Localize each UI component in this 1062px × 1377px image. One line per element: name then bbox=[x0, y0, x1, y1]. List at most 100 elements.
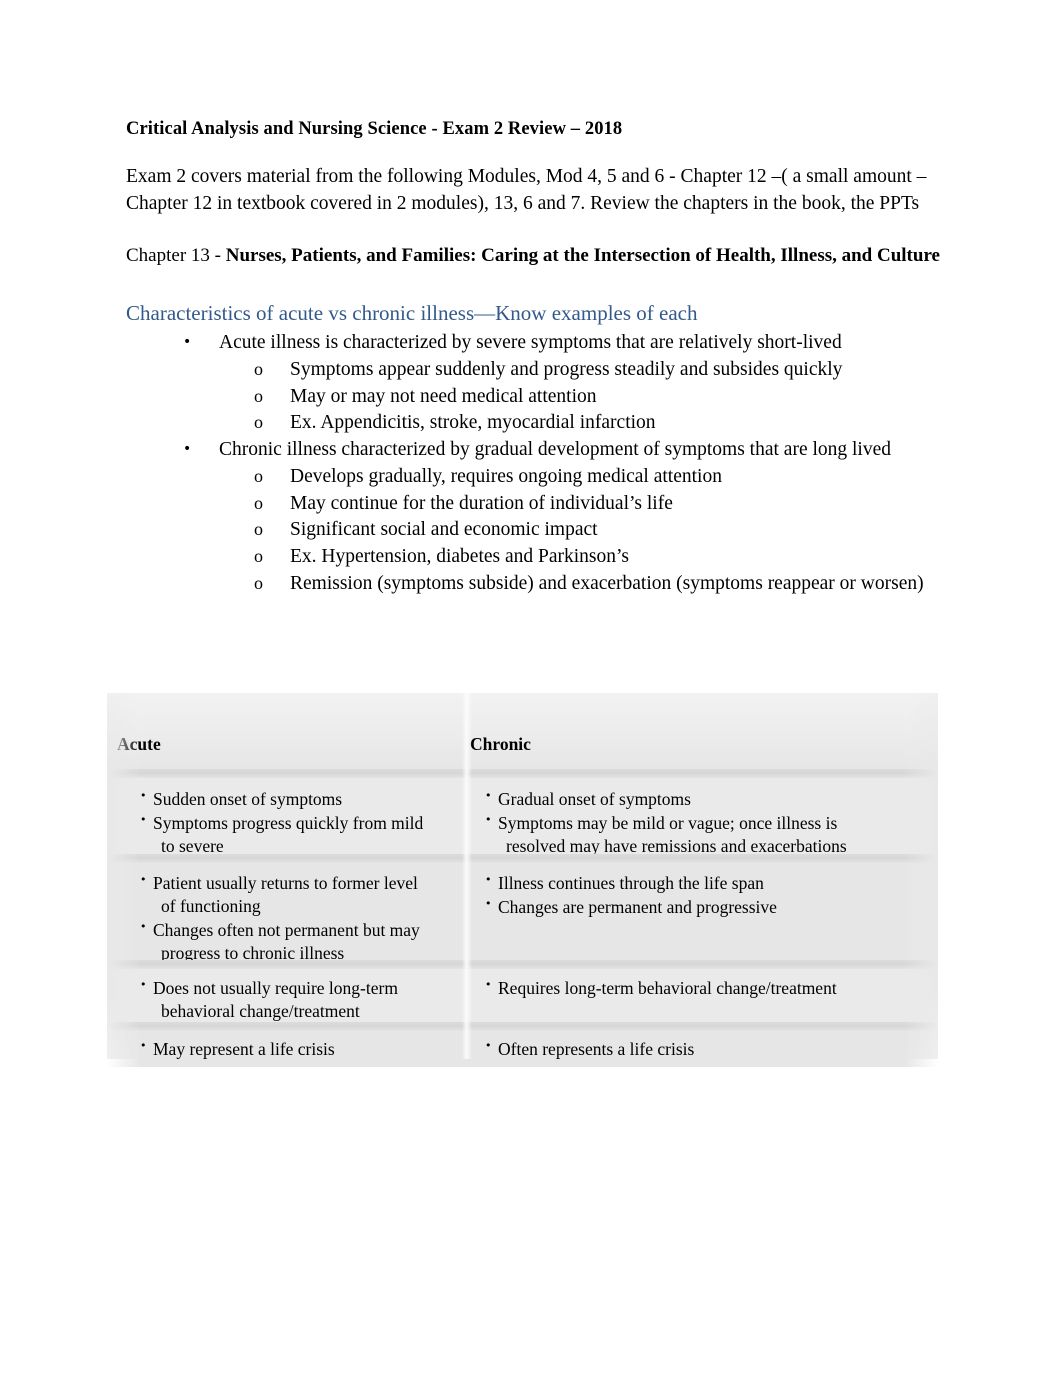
bullet-dot-icon: • bbox=[485, 896, 492, 910]
outline-subitem-text: Remission (symptoms subside) and exacerb… bbox=[290, 572, 924, 594]
table-cell-chronic: • Gradual onset of symptoms • Symptoms m… bbox=[485, 788, 915, 859]
outline-sublist-acute: o Symptoms appear suddenly and progress … bbox=[219, 357, 944, 437]
outline-item-text: Acute illness is characterized by severe… bbox=[219, 332, 842, 354]
table-header-chronic: Chronic bbox=[470, 734, 531, 754]
bullet-dot-icon: • bbox=[140, 812, 147, 826]
table-cell-chronic: • Illness continues through the life spa… bbox=[485, 872, 915, 920]
table-cell-bullet: • Patient usually returns to former leve… bbox=[140, 872, 458, 918]
table-cell-bullet: • Illness continues through the life spa… bbox=[485, 872, 915, 895]
bullet-circle-icon: o bbox=[254, 465, 263, 486]
page-title: Critical Analysis and Nursing Science - … bbox=[126, 119, 623, 139]
table-cell-text: Patient usually returns to former level bbox=[153, 873, 418, 893]
outline-subitem: o Remission (symptoms subside) and exace… bbox=[219, 571, 944, 598]
outline-subitem: o May or may not need medical attention bbox=[219, 384, 944, 411]
table-cell-chronic: • Often represents a life crisis bbox=[485, 1038, 915, 1062]
bullet-circle-icon: o bbox=[254, 412, 263, 433]
table-cell-text: Changes often not permanent but may bbox=[153, 919, 420, 940]
table-cell-text: May represent a life crisis bbox=[153, 1039, 335, 1059]
table-cell-acute: • Does not usually require long-term beh… bbox=[140, 977, 458, 1024]
chapter-title: Nurses, Patients, and Families: Caring a… bbox=[225, 244, 940, 266]
table-cell-text: Changes are permanent and progressive bbox=[498, 896, 777, 917]
outline-subitem-text: Ex. Hypertension, diabetes and Parkinson… bbox=[290, 545, 630, 567]
table-cell-bullet: • Requires long-term behavioral change/t… bbox=[485, 977, 915, 1000]
bullet-dot-icon: • bbox=[485, 789, 492, 802]
bullet-dot-icon: • bbox=[140, 873, 147, 886]
bullet-dot-icon: • bbox=[485, 873, 492, 886]
table-cell-text: Requires long-term behavioral change/tre… bbox=[498, 978, 837, 998]
table-cell-acute: • Sudden onset of symptoms • Symptoms pr… bbox=[140, 788, 458, 859]
table-cell-text-wrap: behavioral change/treatment bbox=[161, 1000, 360, 1021]
bullet-dot-icon: • bbox=[140, 789, 147, 802]
table-header-acute: Acute bbox=[117, 734, 161, 754]
outline-sublist-chronic: o Develops gradually, requires ongoing m… bbox=[219, 464, 944, 598]
table-cell-acute: • Patient usually returns to former leve… bbox=[140, 872, 458, 966]
table-cell-text: Sudden onset of symptoms bbox=[153, 789, 343, 809]
table-cell-bullet: • Gradual onset of symptoms bbox=[485, 788, 915, 811]
table-row: • Sudden onset of symptoms • Symptoms pr… bbox=[107, 778, 938, 856]
document-page: Critical Analysis and Nursing Science - … bbox=[0, 0, 1062, 1377]
bullet-circle-icon: o bbox=[254, 492, 263, 513]
bullet-disc-icon: • bbox=[183, 441, 192, 458]
bullet-dot-icon: • bbox=[485, 978, 492, 991]
table-row-separator bbox=[107, 854, 938, 863]
table-cell-bullet: • Changes often not permanent but may pr… bbox=[140, 919, 458, 965]
outline-item-text: Chronic illness characterized by gradual… bbox=[219, 439, 892, 461]
outline-subitem-text: Ex. Appendicitis, stroke, myocardial inf… bbox=[290, 412, 656, 434]
table-cell-bullet: • Changes are permanent and progressive bbox=[485, 896, 915, 919]
bullet-circle-icon: o bbox=[254, 519, 263, 540]
outline-item-chronic: • Chronic illness characterized by gradu… bbox=[126, 437, 944, 597]
outline-subitem-text: Significant social and economic impact bbox=[290, 519, 598, 541]
table-row-separator bbox=[107, 769, 938, 778]
table-row: • Patient usually returns to former leve… bbox=[107, 863, 938, 963]
table-cell-bullet: • May represent a life crisis bbox=[140, 1038, 458, 1061]
outline-subitem: o Develops gradually, requires ongoing m… bbox=[219, 464, 944, 491]
table-cell-text: Does not usually require long-term bbox=[153, 978, 398, 998]
bullet-dot-icon: • bbox=[485, 1039, 492, 1052]
table-cell-bullet: • Sudden onset of symptoms bbox=[140, 788, 458, 811]
table-header-row: Acute Chronic bbox=[107, 693, 938, 769]
table-column-divider bbox=[462, 693, 472, 1059]
table-row: • May represent a life crisis • Often re… bbox=[107, 1031, 938, 1067]
comparison-table: Acute Chronic • Sudden onset of symptoms… bbox=[107, 693, 938, 1067]
table-cell-text-wrap: of functioning bbox=[161, 895, 261, 916]
table-cell-chronic: • Requires long-term behavioral change/t… bbox=[485, 977, 915, 1001]
bullet-disc-icon: • bbox=[183, 334, 192, 351]
outline-subitem: o Significant social and economic impact bbox=[219, 517, 944, 544]
bullet-dot-icon: • bbox=[140, 1039, 147, 1052]
table-row-separator bbox=[107, 1022, 938, 1031]
table-cell-text: Often represents a life crisis bbox=[498, 1039, 695, 1059]
bullet-circle-icon: o bbox=[254, 572, 263, 593]
chapter-heading: Chapter 13 - Nurses, Patients, and Famil… bbox=[126, 244, 944, 267]
outline-subitem: o Symptoms appear suddenly and progress … bbox=[219, 357, 944, 384]
table-cell-text: Symptoms may be mild or vague; once illn… bbox=[498, 812, 838, 833]
outline-item-acute: • Acute illness is characterized by seve… bbox=[126, 330, 944, 437]
outline-list: • Acute illness is characterized by seve… bbox=[126, 330, 944, 597]
outline-subitem-text: Develops gradually, requires ongoing med… bbox=[290, 465, 722, 487]
outline-subitem-text: Symptoms appear suddenly and progress st… bbox=[290, 359, 843, 380]
table-cell-acute: • May represent a life crisis bbox=[140, 1038, 458, 1062]
bullet-dot-icon: • bbox=[485, 812, 492, 826]
table-row: • Does not usually require long-term beh… bbox=[107, 969, 938, 1022]
table-cell-text: Gradual onset of symptoms bbox=[498, 789, 691, 809]
outline-subitem: o May continue for the duration of indiv… bbox=[219, 491, 944, 518]
table-cell-text: Symptoms progress quickly from mild bbox=[153, 812, 424, 833]
table-row-separator bbox=[107, 960, 938, 969]
document-body: Critical Analysis and Nursing Science - … bbox=[126, 118, 944, 597]
table-cell-bullet: • Symptoms may be mild or vague; once il… bbox=[485, 812, 915, 858]
section-heading: Characteristics of acute vs chronic illn… bbox=[126, 301, 698, 326]
outline-subitem-text: May continue for the duration of individ… bbox=[290, 492, 673, 514]
table-cell-text: Illness continues through the life span bbox=[498, 873, 764, 893]
table-cell-bullet: • Does not usually require long-term beh… bbox=[140, 977, 458, 1023]
outline-subitem-text: May or may not need medical attention bbox=[290, 385, 597, 407]
outline-subitem: o Ex. Hypertension, diabetes and Parkins… bbox=[219, 544, 944, 571]
table-cell-bullet: • Often represents a life crisis bbox=[485, 1038, 915, 1061]
bullet-circle-icon: o bbox=[254, 545, 263, 566]
intro-paragraph: Exam 2 covers material from the followin… bbox=[126, 165, 927, 215]
bullet-dot-icon: • bbox=[140, 919, 147, 933]
table-cell-bullet: • Symptoms progress quickly from mild to… bbox=[140, 812, 458, 858]
bullet-circle-icon: o bbox=[254, 385, 263, 406]
bullet-circle-icon: o bbox=[254, 359, 263, 379]
outline-subitem: o Ex. Appendicitis, stroke, myocardial i… bbox=[219, 410, 944, 437]
bullet-dot-icon: • bbox=[140, 978, 147, 991]
acute-vs-chronic-table-figure: Acute Chronic • Sudden onset of symptoms… bbox=[107, 693, 938, 1067]
